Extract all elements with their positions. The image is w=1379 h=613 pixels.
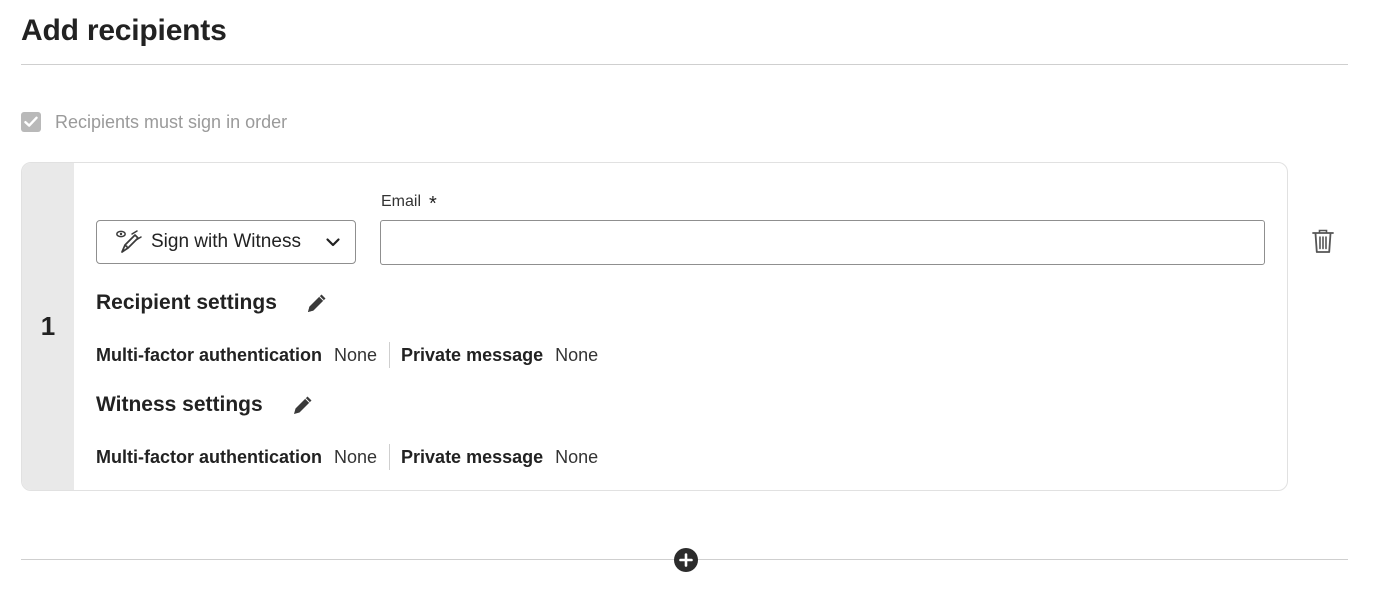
email-field[interactable] — [380, 220, 1265, 265]
witness-mfa-value: None — [334, 446, 378, 467]
recipient-settings-title: Recipient settings — [96, 291, 277, 314]
recipient-settings-heading: Recipient settings — [96, 291, 329, 315]
sign-with-witness-icon — [115, 228, 143, 256]
witness-settings-title: Witness settings — [96, 393, 263, 416]
sign-in-order-checkbox[interactable] — [21, 112, 41, 132]
sign-in-order-option: Recipients must sign in order — [21, 111, 287, 133]
recipient-role-dropdown[interactable]: Sign with Witness — [96, 220, 356, 264]
recipient-order-rail: 1 — [22, 163, 74, 490]
recipient-card: 1 Sign with Witness Email * Recipient se… — [21, 162, 1288, 491]
recipient-private-message-value: None — [555, 344, 599, 365]
sign-in-order-label: Recipients must sign in order — [55, 111, 288, 132]
settings-divider — [389, 444, 391, 470]
recipient-mfa-value: None — [334, 344, 378, 365]
edit-recipient-settings-icon[interactable] — [305, 291, 329, 315]
edit-witness-settings-icon[interactable] — [291, 393, 315, 417]
plus-circle-icon — [679, 553, 693, 567]
recipient-mfa-label: Multi-factor authentication — [96, 344, 322, 365]
page-title: Add recipients — [21, 14, 227, 47]
add-recipient-button[interactable] — [674, 548, 698, 572]
trash-icon — [1312, 229, 1334, 253]
witness-private-message-label: Private message — [401, 446, 544, 467]
delete-recipient-button[interactable] — [1311, 228, 1335, 254]
checkmark-icon — [24, 116, 38, 127]
witness-settings-summary: Multi-factor authentication None Private… — [96, 444, 598, 470]
witness-settings-heading: Witness settings — [96, 393, 315, 417]
email-field-label: Email * — [381, 192, 437, 215]
chevron-down-icon — [325, 234, 341, 250]
recipient-order-number: 1 — [40, 311, 56, 341]
title-divider — [21, 64, 1348, 65]
recipient-settings-summary: Multi-factor authentication None Private… — [96, 342, 598, 368]
witness-private-message-value: None — [555, 446, 599, 467]
recipient-private-message-label: Private message — [401, 344, 544, 365]
recipient-role-label: Sign with Witness — [151, 231, 301, 252]
required-indicator: * — [429, 193, 437, 215]
email-label-text: Email — [381, 193, 422, 210]
witness-mfa-label: Multi-factor authentication — [96, 446, 322, 467]
settings-divider — [389, 342, 391, 368]
